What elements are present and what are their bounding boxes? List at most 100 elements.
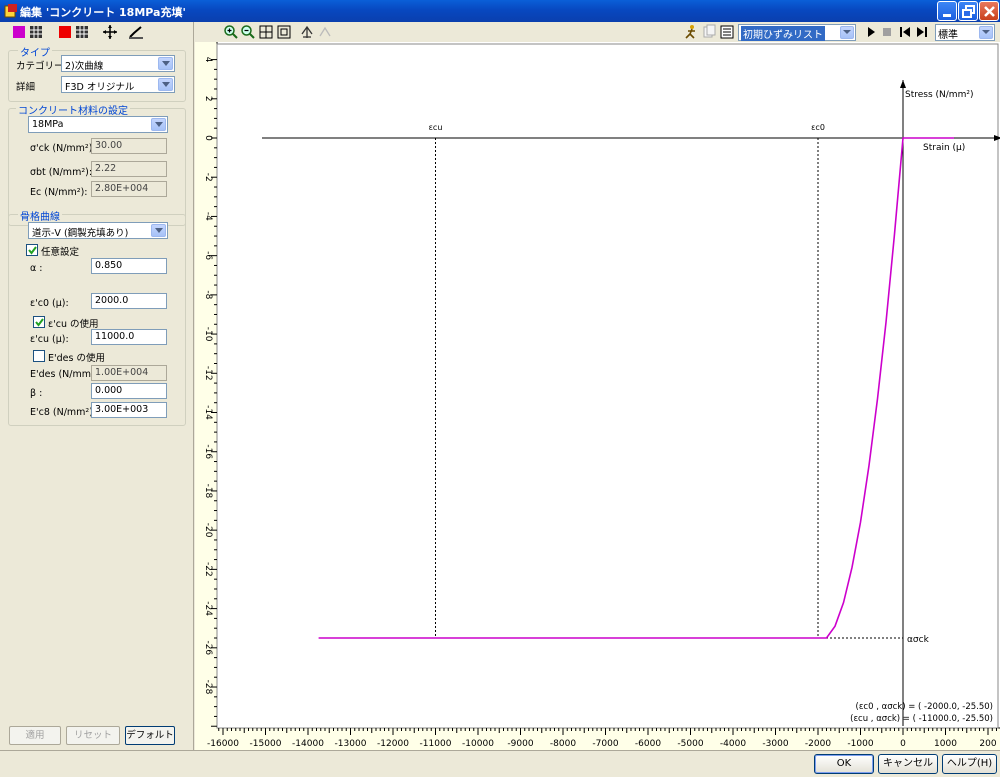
marker-label: εc0	[811, 123, 825, 132]
y-tick-label: -6	[203, 251, 213, 260]
restore-button[interactable]	[958, 1, 978, 21]
x-tick-label: -10000	[462, 739, 494, 749]
ec-field: 2.80E+004	[91, 181, 167, 197]
x-tick-label: -14000	[292, 739, 324, 749]
dialog-button-bar: OK キャンセル ヘルプ(H)	[0, 750, 1000, 777]
y-tick-label: -20	[203, 523, 213, 538]
x-tick-label: -12000	[377, 739, 409, 749]
category-select[interactable]: 2)次曲線	[61, 55, 175, 72]
list-icon[interactable]	[719, 24, 735, 40]
x-tick-label: -2000	[805, 739, 831, 749]
pan-icon[interactable]	[299, 24, 315, 40]
x-tick-label: -1000	[847, 739, 873, 749]
copy-icon[interactable]	[701, 24, 717, 40]
figure-icon[interactable]	[683, 24, 699, 40]
fck-label: σ'ck (N/mm²):	[30, 143, 96, 154]
x-axis-label: Strain (μ)	[923, 143, 965, 153]
y-tick-label: -10	[203, 327, 213, 342]
grid-color-icon-2[interactable]	[74, 24, 90, 40]
move-icon[interactable]	[102, 24, 118, 40]
detail-select[interactable]: F3D オリジナル	[61, 76, 175, 93]
material-group-title: コンクリート材料の設定	[16, 102, 130, 117]
strain-list-select[interactable]: 初期ひずみリスト	[738, 24, 856, 41]
fck-field: 30.00	[91, 138, 167, 154]
x-tick-label: -4000	[720, 739, 746, 749]
step-back-icon[interactable]	[897, 24, 913, 40]
x-tick-label: 1000	[934, 739, 957, 749]
detail-label: 詳細	[16, 82, 36, 93]
ecu-label: ε'cu (μ):	[30, 334, 69, 345]
custom-setting-checkbox[interactable]	[26, 244, 38, 256]
stress-strain-curve	[318, 137, 954, 639]
cancel-button[interactable]: キャンセル	[878, 754, 938, 774]
reset-button[interactable]: リセット	[66, 726, 120, 745]
concrete-grade-select[interactable]: 18MPa	[28, 116, 168, 133]
stop-icon[interactable]	[879, 24, 895, 40]
apply-button[interactable]: 適用	[9, 726, 61, 745]
magenta-color-icon[interactable]	[11, 24, 27, 40]
ec0-label: ε'c0 (μ):	[30, 298, 69, 309]
x-tick-label: -7000	[592, 739, 618, 749]
use-ecu-checkbox[interactable]	[33, 316, 45, 328]
x-tick-label: -8000	[550, 739, 576, 749]
skeleton-group-title: 骨格曲線	[18, 208, 62, 223]
zoom-out-icon[interactable]	[240, 24, 256, 40]
ec0-input[interactable]: 2000.0	[91, 293, 167, 309]
play-icon[interactable]	[863, 24, 879, 40]
grid-color-icon[interactable]	[28, 24, 44, 40]
x-tick-label: -13000	[335, 739, 367, 749]
ecu-input[interactable]: 11000.0	[91, 329, 167, 345]
y-tick-label: -16	[203, 444, 213, 459]
chevron-down-icon	[151, 224, 166, 237]
y-tick-label: 2	[203, 96, 213, 102]
edit-icon[interactable]	[128, 24, 144, 40]
category-label: カテゴリー	[16, 61, 64, 72]
beta-input[interactable]: 0.000	[91, 383, 167, 399]
pick-icon[interactable]	[317, 24, 333, 40]
help-button[interactable]: ヘルプ(H)	[942, 754, 997, 774]
red-color-icon[interactable]	[57, 24, 73, 40]
close-button[interactable]	[979, 1, 999, 21]
chevron-down-icon	[979, 26, 993, 39]
ok-button[interactable]: OK	[814, 754, 874, 774]
chevron-down-icon	[151, 118, 166, 131]
y-tick-label: -2	[203, 173, 213, 182]
chevron-down-icon	[158, 78, 173, 91]
fit-all-icon[interactable]	[258, 24, 274, 40]
use-edes-label: E'des の使用	[48, 353, 105, 364]
ec8-input[interactable]: 3.00E+003	[91, 402, 167, 418]
fbt-field: 2.22	[91, 161, 167, 177]
alpha-input[interactable]: 0.850	[91, 258, 167, 274]
y-tick-label: 4	[203, 57, 213, 63]
y-axis-label: Stress (N/mm²)	[905, 90, 973, 100]
zoom-in-icon[interactable]	[223, 24, 239, 40]
view-mode-select[interactable]: 標準	[935, 24, 995, 41]
y-tick-label: -4	[203, 212, 213, 221]
stress-strain-chart: 4 2 0 -2 -4 -6 -8 -10 -12 -14 -16 -18 -20 -22 -24 -26 -2…	[195, 42, 1000, 750]
y-axis-arrow	[900, 80, 906, 88]
custom-setting-label: 任意設定	[41, 247, 80, 258]
chart-toolbar: 初期ひずみリスト 標準	[195, 22, 1000, 42]
fbt-label: σbt (N/mm²):	[30, 167, 93, 178]
chart-area[interactable]: 4 2 0 -2 -4 -6 -8 -10 -12 -14 -16 -18 -20 -22 -24 -26 -2…	[195, 42, 1000, 750]
coordinate-annotation: (εc0 , ασck) = ( -2000.0, -25.50)	[856, 702, 993, 712]
use-edes-checkbox[interactable]	[33, 350, 45, 362]
plot-frame	[216, 43, 999, 729]
y-tick-label: -28	[203, 680, 213, 695]
y-tick-label: -12	[203, 366, 213, 381]
x-tick-label: -9000	[507, 739, 533, 749]
alpha-label: α :	[30, 263, 43, 274]
step-forward-icon[interactable]	[914, 24, 930, 40]
y-tick-label: -18	[203, 484, 213, 499]
zoom-window-icon[interactable]	[276, 24, 292, 40]
x-tick-label: -11000	[420, 739, 452, 749]
chevron-down-icon	[158, 57, 173, 70]
x-tick-label: -16000	[207, 739, 239, 749]
default-button[interactable]: デフォルト	[125, 726, 175, 745]
x-tick-label: -3000	[762, 739, 788, 749]
minimize-button[interactable]	[937, 1, 957, 21]
y-tick-label: -24	[203, 601, 213, 616]
skeleton-model-select[interactable]: 道示-V (鋼製充填あり)	[28, 222, 168, 239]
y-tick-label: -26	[203, 640, 213, 655]
app-icon	[4, 4, 17, 18]
